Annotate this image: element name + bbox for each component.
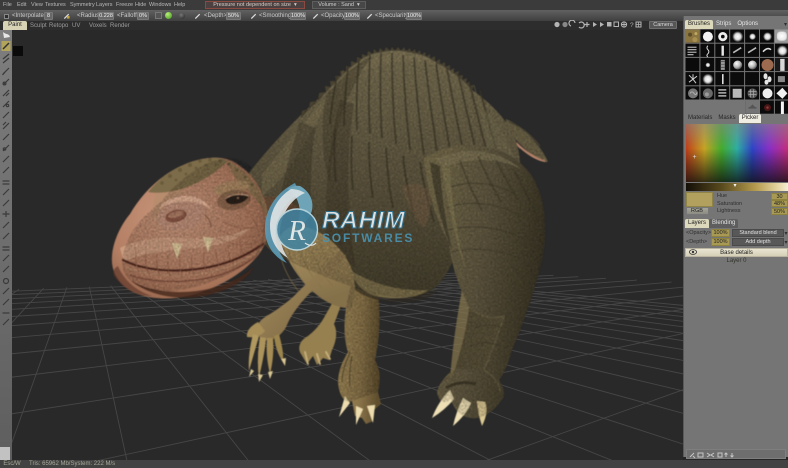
svg-text:R: R bbox=[287, 215, 306, 247]
svg-text:?: ? bbox=[630, 22, 634, 29]
svg-text:RAHIM: RAHIM bbox=[322, 207, 405, 234]
svg-text:SOFTWARES: SOFTWARES bbox=[322, 231, 414, 245]
